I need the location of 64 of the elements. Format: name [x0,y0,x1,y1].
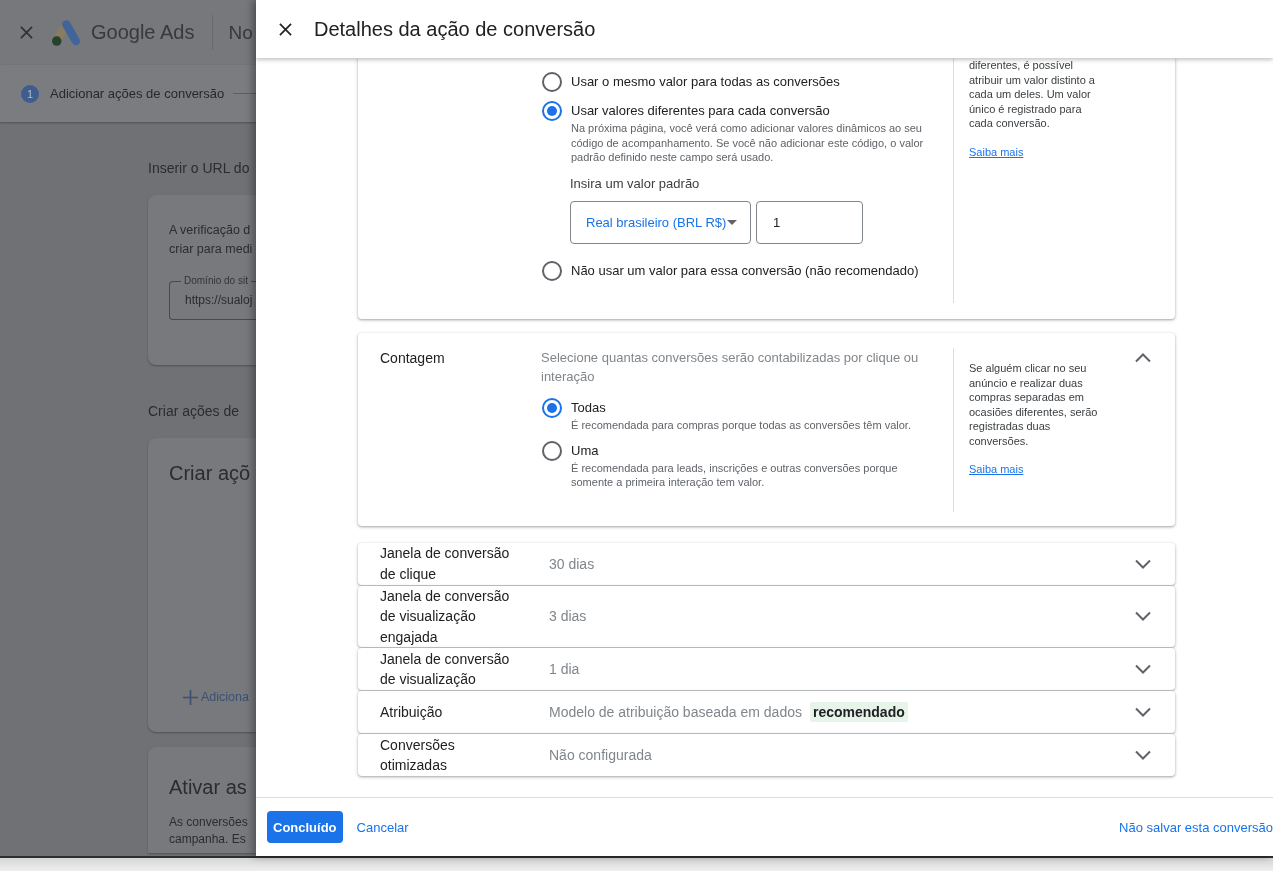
chevron-down-icon[interactable] [1135,664,1151,674]
radio-button[interactable] [542,398,562,418]
setting-value: 1 dia [549,661,580,677]
card-text: As conversões campanha. Es [169,814,249,848]
help-link[interactable]: Saiba mais [969,462,1024,476]
chevron-down-icon[interactable] [1135,707,1151,717]
section-description: Selecione quantas conversões serão contabilizadas por clique ou interação [541,349,920,386]
currency-dropdown[interactable]: Real brasileiro (BRL R$) [570,201,751,244]
option-description: Na próxima página, você verá como adicionar valores dinâmicos ao seu código de acompanhamento. Se você não adicionar este código, o valor padrão definido neste campo será usado. [571,121,925,165]
help-text: diferentes, é possível atribuir um valor distinto a cada um deles. Um valor único é registrado para cada conversão. [969,58,1096,131]
help-text: Se alguém clicar no seu anúncio e realizar duas compras separadas em ocasiões diferentes, serão registradas duas conversões. [969,361,1099,448]
field-label: Domínio do sit [183,275,249,287]
setting-row[interactable]: Janela de conversão de visualização 1 dia [358,648,1175,690]
setting-label: Janela de conversão de visualização engajada [380,586,511,647]
setting-row[interactable]: Janela de conversão de clique 30 dias [358,542,1175,585]
radio-button[interactable] [542,261,562,281]
setting-label: Conversões otimizadas [380,735,456,775]
setting-value: 3 dias [549,608,587,625]
setting-value: Modelo de atribuição baseada em dados [549,704,802,720]
radio-button[interactable] [542,440,562,461]
radio-button[interactable] [542,101,562,121]
radio-label[interactable]: Usar o mesmo valor para todas as conversões [571,72,840,92]
close-icon[interactable] [279,22,292,36]
step-number[interactable]: 1 [21,84,39,103]
field-value: https://sualoj [185,293,254,307]
radio-label[interactable]: Todas [571,398,606,418]
setting-label: Janela de conversão de visualização [380,649,511,689]
setting-row[interactable]: Janela de conversão de visualização engajada 3 dias [358,585,1175,647]
radio-label[interactable]: Usar valores diferentes para cada conversão [571,101,830,121]
card-title: Criar açõ [169,461,252,485]
logo-icon [52,19,80,46]
setting-label: Janela de conversão de clique [380,544,511,584]
chevron-down-icon[interactable] [1135,750,1151,760]
done-button[interactable]: Concluído [267,811,343,843]
setting-value: 30 dias [549,555,595,572]
field-label: Insira um valor padrão [570,175,701,192]
cancel-link[interactable]: Cancelar [356,819,409,835]
option-description: É recomendada para compras porque todas as conversões têm valor. [571,418,912,433]
radio-button[interactable] [542,72,562,92]
section-title: Contagem [380,349,446,368]
section-heading: Criar ações de [148,403,241,419]
dialog-title: Detalhes da ação de conversão [314,17,596,41]
card-title: Ativar as [169,775,248,799]
radio-label[interactable]: Não usar um valor para essa conversão (não recomendado) [571,261,919,281]
setting-row[interactable]: Conversões otimizadas Não configurada [358,734,1175,776]
section-heading: Inserir o URL do [148,160,251,176]
option-description: É recomendada para leads, inscrições e outras conversões porque somente a primeira interação tem valor. [571,460,899,490]
radio-label[interactable]: Uma [571,440,599,461]
plus-icon [183,689,198,705]
chevron-down-icon[interactable] [1135,611,1151,622]
setting-label: Atribuição [380,702,444,722]
value-input[interactable]: 1 [756,201,863,244]
caret-icon [727,220,737,225]
card-text: A verificação d criar para medi [169,222,254,258]
help-link[interactable]: Saiba mais [969,144,1024,159]
status-tag: recomendado [809,702,908,722]
page-title: No [228,21,253,44]
chevron-down-icon[interactable] [1135,558,1151,569]
step-label[interactable]: Adicionar ações de conversão [50,86,225,101]
discard-link[interactable]: Não salvar esta conversão [1119,819,1273,835]
app-name: Google Ads [91,21,195,44]
setting-value: Não configurada [549,747,652,763]
chevron-up-icon[interactable] [1135,353,1151,363]
setting-row[interactable]: Atribuição Modelo de atribuição baseada em dados recomendado [358,691,1175,733]
